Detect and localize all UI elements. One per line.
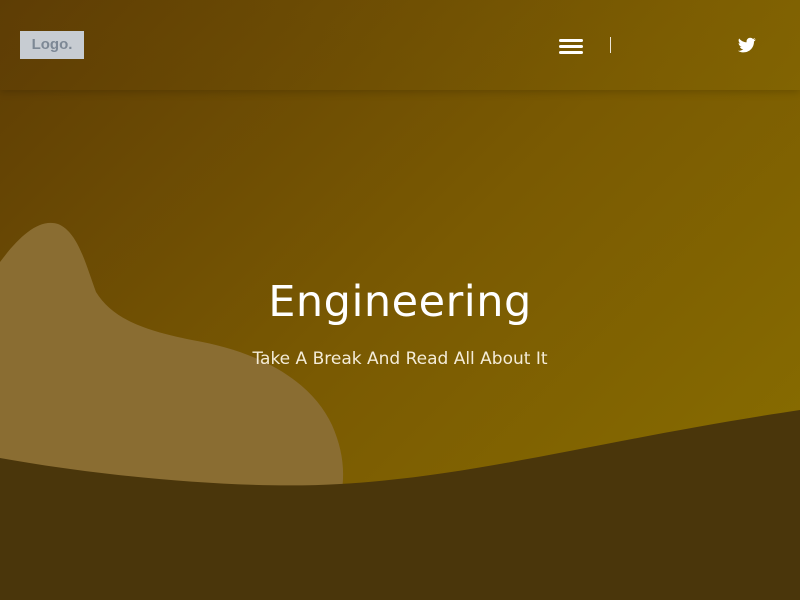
hero-section: Logo. Engineering Take A Break And Read … bbox=[0, 0, 800, 600]
twitter-bird-icon bbox=[737, 37, 756, 53]
logo[interactable]: Logo. bbox=[20, 31, 84, 59]
site-header: Logo. bbox=[0, 0, 800, 90]
page-title: Engineering bbox=[268, 277, 532, 327]
hero-content: Engineering Take A Break And Read All Ab… bbox=[0, 270, 800, 372]
menu-line bbox=[559, 45, 583, 48]
hamburger-menu-icon[interactable] bbox=[558, 36, 584, 56]
menu-line bbox=[559, 39, 583, 42]
header-divider bbox=[610, 37, 611, 53]
page-subtitle: Take A Break And Read All About It bbox=[252, 349, 548, 369]
menu-line bbox=[559, 51, 583, 54]
twitter-icon[interactable] bbox=[737, 36, 756, 54]
